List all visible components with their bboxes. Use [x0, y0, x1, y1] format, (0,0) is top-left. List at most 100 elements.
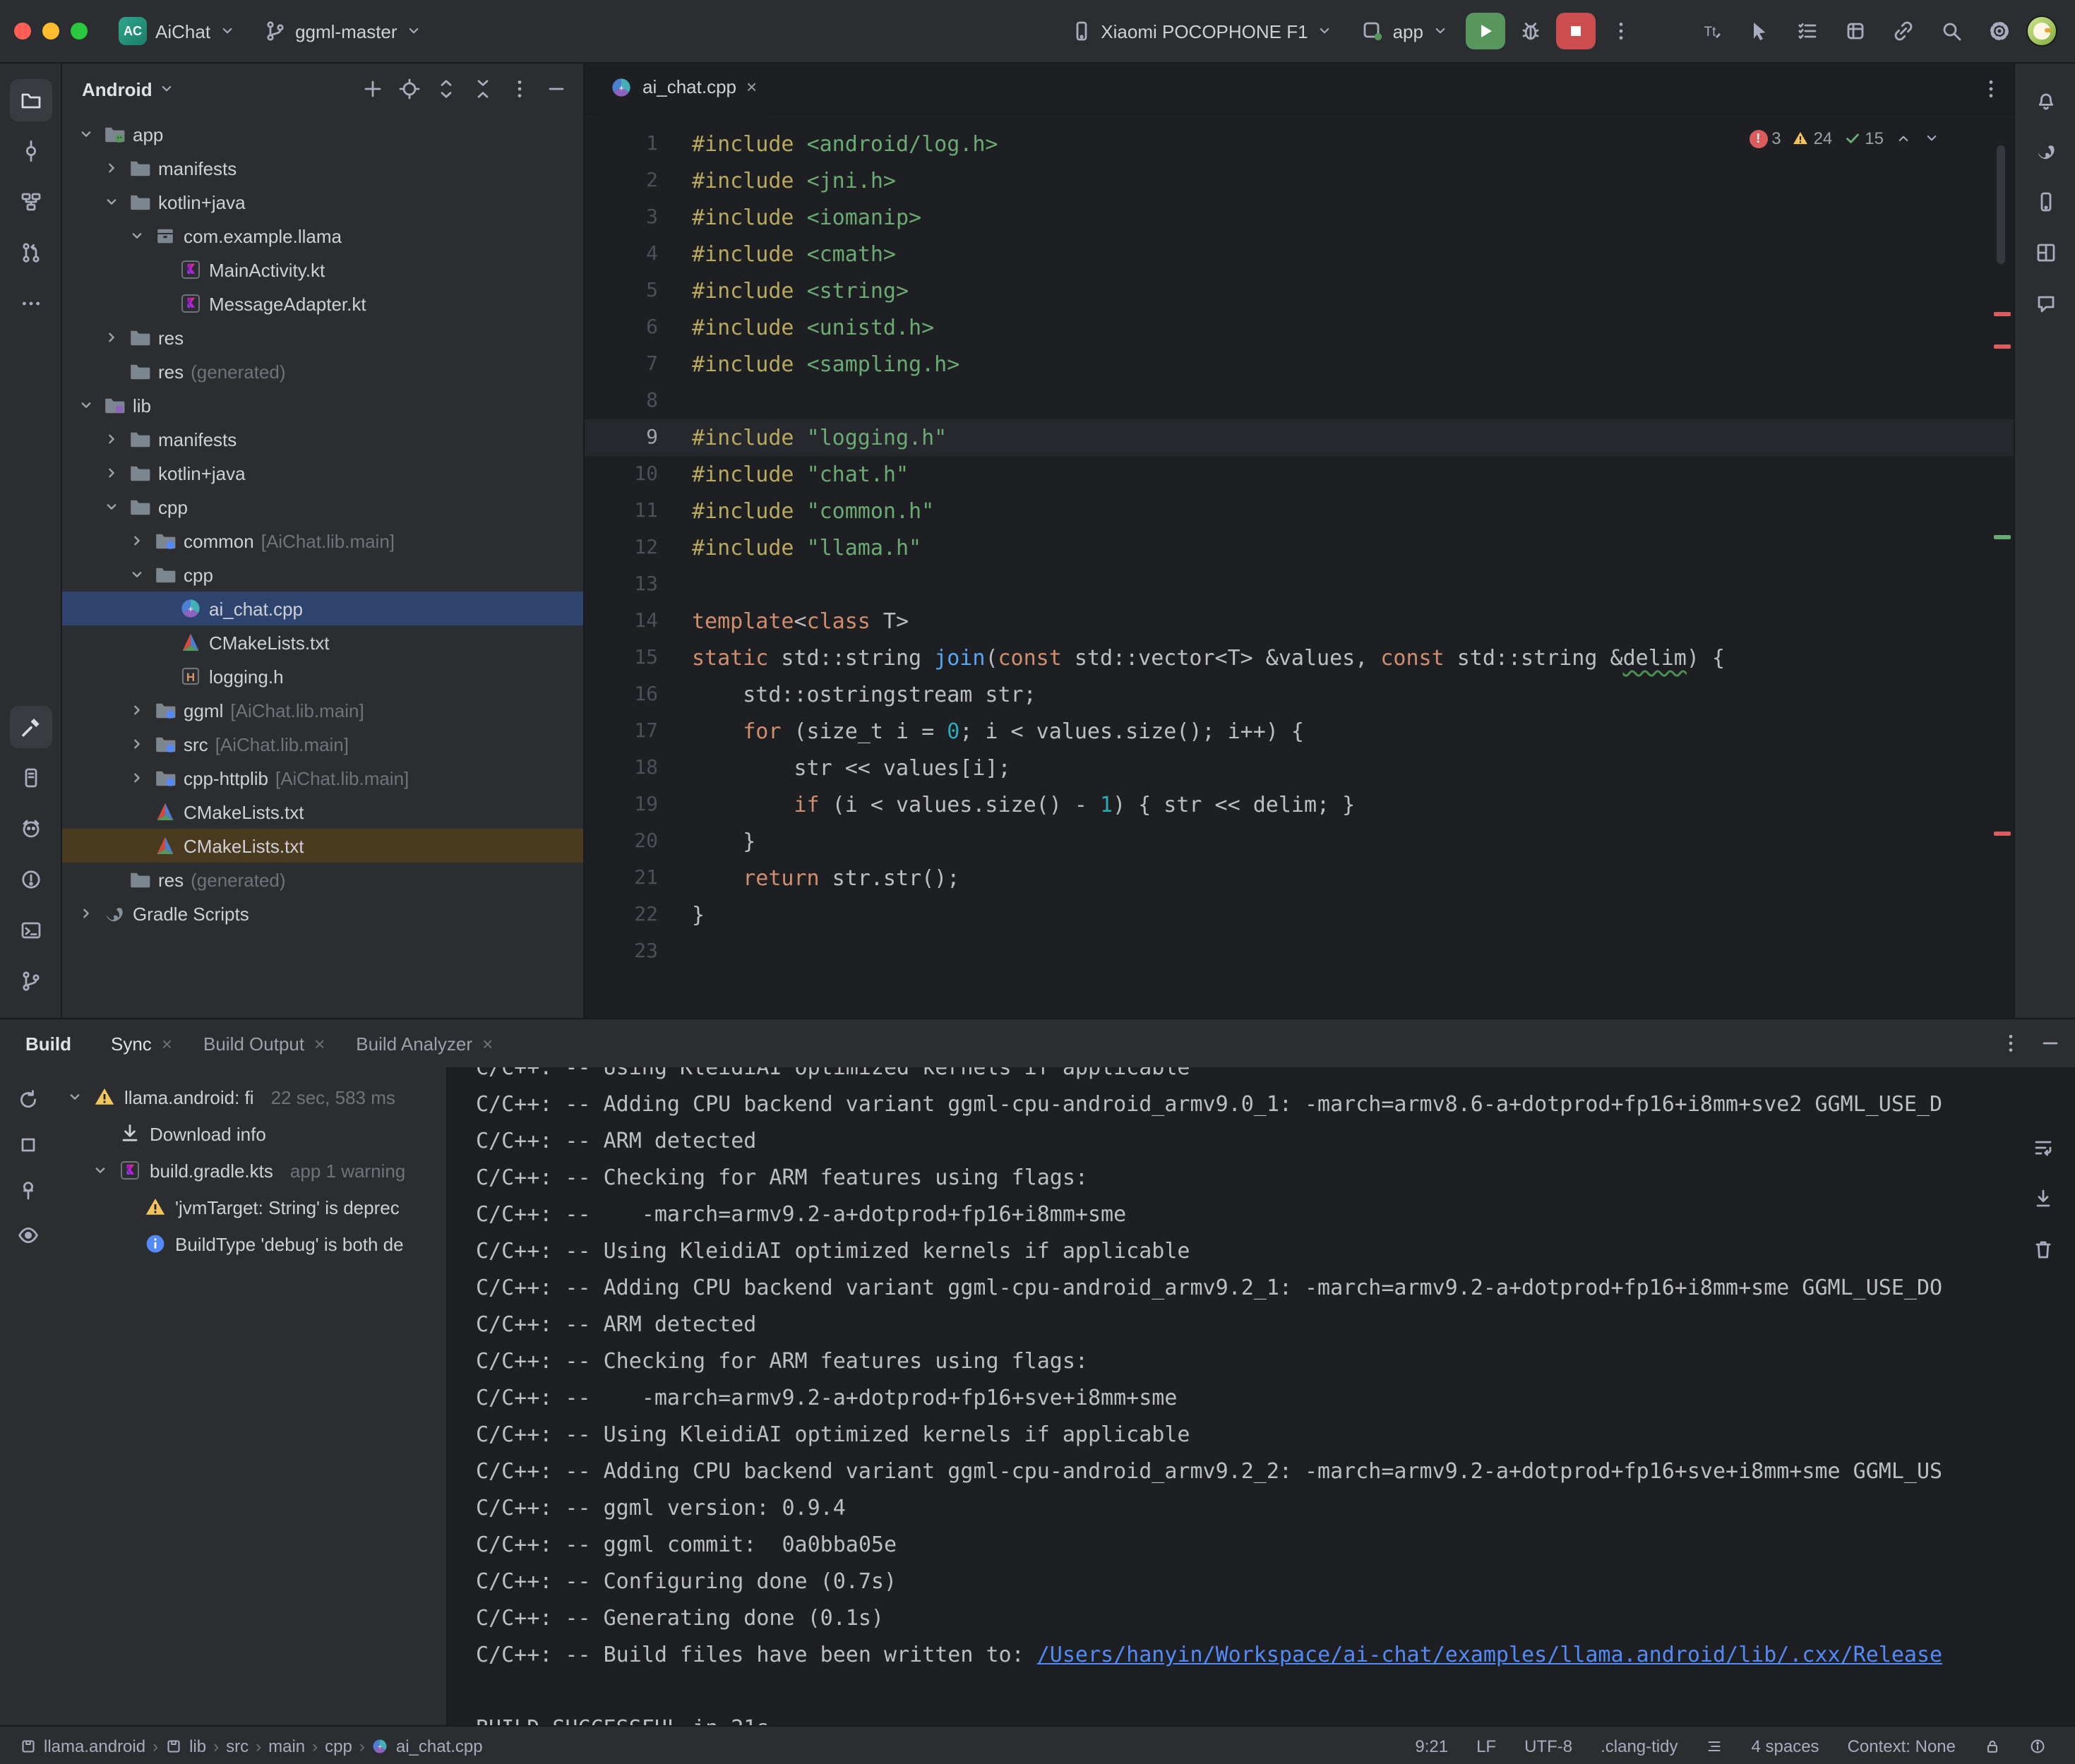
- breadcrumb-ai-chat-cpp[interactable]: +ai_chat.cpp: [369, 1736, 486, 1756]
- error-stripe-mark[interactable]: [1994, 312, 2011, 316]
- errors-indicator[interactable]: ! 3: [1749, 128, 1781, 148]
- line-number[interactable]: 15: [585, 640, 692, 676]
- line-number[interactable]: 10: [585, 456, 692, 493]
- tree-item-kotlin-java[interactable]: kotlin+java: [62, 185, 583, 219]
- warnings-indicator[interactable]: 24: [1793, 128, 1833, 148]
- notifications-icon[interactable]: [2024, 79, 2067, 121]
- line-number[interactable]: 17: [585, 713, 692, 750]
- build-icon[interactable]: [9, 706, 52, 748]
- context-widget[interactable]: Context: None: [1835, 1736, 1968, 1756]
- options-kebab-icon[interactable]: [501, 71, 538, 107]
- device-manager-icon[interactable]: [2024, 181, 2067, 223]
- chevron-down-icon[interactable]: [158, 80, 175, 97]
- locate-file-icon[interactable]: [391, 71, 428, 107]
- branch-selector[interactable]: ggml-master: [253, 14, 434, 48]
- chevron-down-icon[interactable]: [76, 124, 96, 144]
- chevron-right-icon[interactable]: [127, 531, 147, 551]
- chevron-right-icon[interactable]: [76, 904, 96, 923]
- structure-icon[interactable]: [9, 181, 52, 223]
- tree-item-app[interactable]: app: [62, 117, 583, 151]
- hide-build-panel-icon[interactable]: [2039, 1032, 2062, 1055]
- line-number[interactable]: 3: [585, 199, 692, 236]
- pointer-inspect-icon[interactable]: [1740, 13, 1779, 49]
- chevron-down-icon[interactable]: [90, 1160, 110, 1180]
- code-line[interactable]: 15static std::string join(const std::vec…: [585, 640, 2014, 676]
- line-number[interactable]: 1: [585, 126, 692, 162]
- build-tree-item-download-info[interactable]: Download info: [56, 1115, 446, 1152]
- code-style-widget[interactable]: [1694, 1737, 1736, 1754]
- code-line[interactable]: 21 return str.str();: [585, 860, 2014, 896]
- code-line[interactable]: 23: [585, 933, 2014, 970]
- line-number[interactable]: 9: [585, 419, 692, 456]
- chevron-right-icon[interactable]: [102, 328, 121, 347]
- caret-position[interactable]: 9:21: [1402, 1736, 1461, 1756]
- clang-tidy-status[interactable]: .clang-tidy: [1588, 1736, 1690, 1756]
- soft-wrap-icon[interactable]: [2025, 1129, 2062, 1166]
- chevron-down-icon[interactable]: [127, 226, 147, 246]
- code-line[interactable]: 14template<class T>: [585, 603, 2014, 640]
- build-tab-build-analyzer[interactable]: Build Analyzer×: [342, 1027, 507, 1060]
- project-icon[interactable]: [9, 79, 52, 121]
- code-line[interactable]: 8: [585, 383, 2014, 419]
- tree-item-res[interactable]: res (generated): [62, 354, 583, 388]
- code-line[interactable]: 2#include <jni.h>: [585, 162, 2014, 199]
- device-selector[interactable]: Xiaomi POCOPHONE F1: [1058, 14, 1344, 48]
- close-tab-icon[interactable]: ×: [162, 1033, 172, 1054]
- line-separator[interactable]: LF: [1464, 1736, 1509, 1756]
- chevron-right-icon[interactable]: [127, 700, 147, 720]
- breadcrumb-cpp[interactable]: cpp: [322, 1736, 355, 1756]
- version-control-icon[interactable]: [9, 960, 52, 1002]
- build-tree-item-build-gradle-kts[interactable]: build.gradle.ktsapp 1 warning: [56, 1152, 446, 1189]
- line-number[interactable]: 5: [585, 272, 692, 309]
- tree-item-mainactivity-kt[interactable]: MainActivity.kt: [62, 253, 583, 287]
- chevron-down-icon[interactable]: [102, 497, 121, 517]
- tree-item-gradle-scripts[interactable]: Gradle Scripts: [62, 896, 583, 930]
- chevron-right-icon[interactable]: [102, 158, 121, 178]
- code-line[interactable]: 22}: [585, 896, 2014, 933]
- layout-inspector-icon[interactable]: [2024, 232, 2067, 274]
- pull-requests-icon[interactable]: [9, 232, 52, 274]
- breadcrumb-main[interactable]: main: [265, 1736, 308, 1756]
- tree-item-cmakelists-txt[interactable]: CMakeLists.txt: [62, 625, 583, 659]
- build-tab-sync[interactable]: Sync×: [97, 1027, 186, 1060]
- device-explorer-icon[interactable]: [9, 757, 52, 799]
- line-number[interactable]: 8: [585, 383, 692, 419]
- maximize-window-button[interactable]: [71, 23, 88, 40]
- problems-icon[interactable]: [9, 858, 52, 901]
- tree-item-manifests[interactable]: manifests: [62, 422, 583, 456]
- passed-indicator[interactable]: 15: [1843, 128, 1884, 148]
- collapse-all-icon[interactable]: [465, 71, 501, 107]
- run-options-kebab[interactable]: [1601, 13, 1641, 49]
- breadcrumb-src[interactable]: src: [223, 1736, 251, 1756]
- code-line[interactable]: 9#include "logging.h": [585, 419, 2014, 456]
- breadcrumb-lib[interactable]: lib: [162, 1736, 209, 1756]
- file-encoding[interactable]: UTF-8: [1512, 1736, 1585, 1756]
- prev-problem-icon[interactable]: [1895, 130, 1912, 147]
- readonly-lock-icon[interactable]: [1971, 1737, 2014, 1754]
- close-window-button[interactable]: [14, 23, 31, 40]
- editor-options-kebab[interactable]: [1980, 77, 2002, 100]
- line-number[interactable]: 11: [585, 493, 692, 529]
- close-tab-icon[interactable]: ×: [746, 78, 757, 96]
- gradle-icon[interactable]: [2024, 130, 2067, 172]
- tree-item-kotlin-java[interactable]: kotlin+java: [62, 456, 583, 490]
- plugins-icon[interactable]: [1836, 13, 1875, 49]
- code-line[interactable]: 5#include <string>: [585, 272, 2014, 309]
- line-number[interactable]: 22: [585, 896, 692, 933]
- chevron-right-icon[interactable]: [127, 734, 147, 754]
- chevron-right-icon[interactable]: [102, 429, 121, 449]
- more-tool-windows-icon[interactable]: [9, 282, 52, 325]
- pin-icon[interactable]: [10, 1172, 47, 1208]
- line-number[interactable]: 14: [585, 603, 692, 640]
- search-icon[interactable]: [1932, 13, 1971, 49]
- logcat-icon[interactable]: [9, 808, 52, 850]
- code-line[interactable]: 7#include <sampling.h>: [585, 346, 2014, 383]
- tree-item-manifests[interactable]: manifests: [62, 151, 583, 185]
- tree-item-cpp[interactable]: cpp: [62, 490, 583, 524]
- build-tree-item-llama-android-fi[interactable]: llama.android: fi22 sec, 583 ms: [56, 1079, 446, 1115]
- line-number[interactable]: 16: [585, 676, 692, 713]
- terminal-icon[interactable]: [9, 909, 52, 952]
- line-number[interactable]: 4: [585, 236, 692, 272]
- tree-item-cmakelists-txt[interactable]: CMakeLists.txt: [62, 795, 583, 829]
- code-line[interactable]: 11#include "common.h": [585, 493, 2014, 529]
